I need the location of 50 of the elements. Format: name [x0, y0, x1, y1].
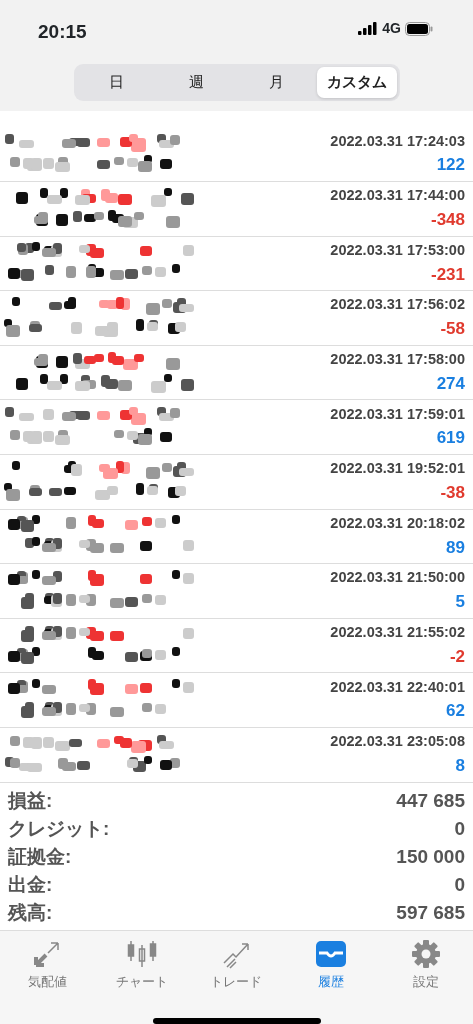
- summary-label: クレジット:: [8, 816, 110, 841]
- period-tab[interactable]: 週: [156, 67, 237, 98]
- deal-profit: 619: [435, 427, 465, 450]
- summary-value: 597 685: [396, 900, 465, 925]
- deal-time: 2022.03.31 17:58:00: [330, 350, 465, 370]
- deal-time: 2022.03.31 17:59:01: [330, 404, 465, 424]
- summary-value: 0: [454, 872, 465, 897]
- deal-time: 2022.03.31 22:40:01: [330, 677, 465, 697]
- deal-time: 2022.03.31 21:55:02: [330, 623, 465, 642]
- tab-bar-item[interactable]: 履歴: [283, 930, 379, 993]
- deal-time: 2022.03.31 17:44:00: [330, 186, 465, 206]
- deal-profit: 122: [435, 154, 465, 177]
- summary-value: 447 685: [396, 788, 465, 813]
- summary-label: 残高:: [8, 900, 53, 925]
- inbox-icon: [315, 938, 348, 969]
- summary-label: 損益:: [8, 788, 53, 813]
- deal-profit: -231: [429, 263, 465, 286]
- candlestick-icon: [125, 938, 158, 969]
- period-tab[interactable]: 日: [76, 67, 157, 98]
- signal-icon: [358, 22, 379, 35]
- summary-value: 0: [454, 816, 465, 841]
- deal-time: 2022.03.31 19:52:01: [330, 459, 465, 479]
- deal-time: 2022.03.31 17:53:00: [330, 240, 465, 260]
- deal-profit: 8: [454, 754, 465, 777]
- deal-profit: -58: [439, 318, 465, 341]
- settings-icon: [410, 938, 441, 969]
- battery-icon: [405, 21, 433, 36]
- period-tab[interactable]: 月: [236, 67, 317, 98]
- deal-time: 2022.03.31 20:18:02: [330, 513, 465, 533]
- tab-bar-item[interactable]: トレード: [189, 930, 284, 993]
- deal-profit: -2: [448, 645, 465, 668]
- period-tab[interactable]: カスタム: [316, 67, 397, 98]
- deal-time: 2022.03.31 21:50:00: [330, 568, 465, 588]
- deal-profit: 5: [454, 591, 465, 614]
- deal-profit: -348: [429, 209, 465, 231]
- tab-bar-item[interactable]: 設定: [378, 930, 473, 993]
- clock: 20:15: [38, 20, 87, 44]
- deal-profit: -38: [439, 482, 465, 504]
- summary-value: 150 000: [396, 844, 465, 869]
- network-label: 4G: [382, 19, 401, 38]
- deal-profit: 89: [445, 536, 465, 559]
- deal-profit: 274: [435, 372, 465, 395]
- tab-bar-item[interactable]: 気配値: [0, 930, 95, 993]
- tab-bar-item[interactable]: チャート: [94, 930, 190, 993]
- deal-time: 2022.03.31 23:05:08: [330, 732, 465, 752]
- deal-time: 2022.03.31 17:56:02: [330, 295, 465, 315]
- summary-label: 証拠金:: [8, 844, 72, 869]
- deal-time: 2022.03.31 17:24:03: [330, 131, 465, 151]
- summary-label: 出金:: [8, 872, 53, 897]
- deal-profit: 62: [445, 700, 465, 723]
